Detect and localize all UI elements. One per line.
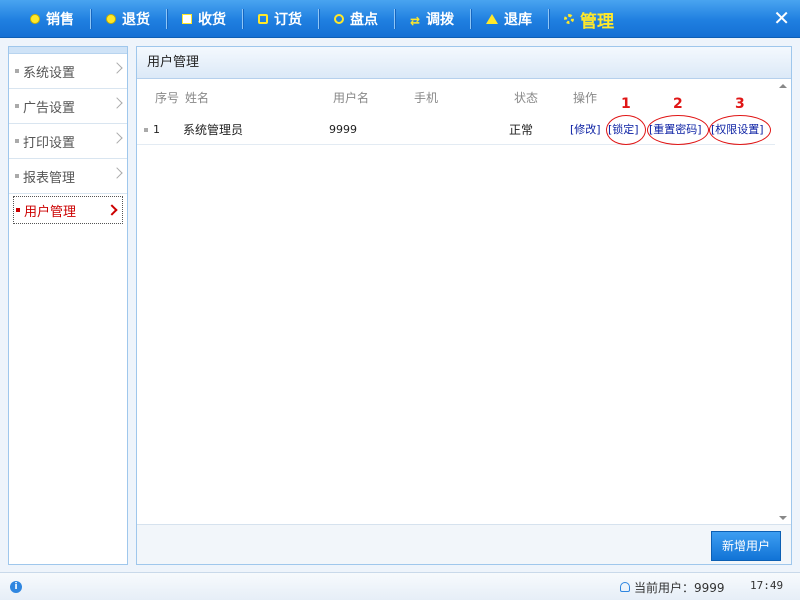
settings-sidebar: 系统设置 广告设置 打印设置 报表管理 用户管理 [8, 46, 128, 565]
bullet-icon [15, 139, 19, 143]
sidebar-item-report-management[interactable]: 报表管理 [9, 159, 127, 194]
edit-link[interactable]: [修改] [570, 115, 601, 145]
nav-receiving[interactable]: 收货 [166, 0, 242, 38]
row-status: 正常 [509, 123, 534, 137]
minus-circle-icon [106, 14, 116, 24]
panel-title: 用户管理 [137, 47, 791, 79]
scroll-down-arrow-icon[interactable] [779, 516, 787, 520]
top-navigation-bar: 销售 退货 收货 订货 盘点 ⇄ 调拨 退库 管理 ✕ [0, 0, 800, 38]
annotation-number-2: 2 [673, 96, 683, 112]
key-icon [334, 14, 344, 24]
sidebar-item-user-management[interactable]: 用户管理 [13, 196, 123, 224]
sidebar-item-label: 打印设置 [23, 135, 76, 151]
column-header-status: 状态 [514, 91, 539, 105]
panel-footer: 新增用户 [137, 524, 791, 564]
nav-transfer[interactable]: ⇄ 调拨 [394, 0, 470, 38]
chevron-right-icon [106, 204, 118, 216]
add-user-button[interactable]: 新增用户 [711, 531, 781, 561]
annotation-circle-permission-settings [709, 115, 771, 145]
house-icon [486, 14, 498, 24]
column-header-username: 用户名 [333, 91, 370, 105]
bullet-icon [16, 208, 20, 212]
nav-management[interactable]: 管理 [548, 0, 630, 38]
annotation-circle-reset-password [647, 115, 709, 145]
nav-return-to-warehouse[interactable]: 退库 [470, 0, 548, 38]
sidebar-item-label: 报表管理 [23, 170, 76, 186]
chevron-right-icon [111, 132, 123, 144]
message-icon [258, 14, 268, 24]
clock-time: 17:49 [750, 579, 784, 592]
sidebar-item-label: 广告设置 [23, 100, 76, 116]
sidebar-header-strip [9, 47, 127, 54]
nav-return-to-warehouse-label: 退库 [504, 12, 532, 28]
user-icon [620, 582, 630, 592]
nav-ordering[interactable]: 订货 [242, 0, 318, 38]
row-index: 1 [153, 123, 160, 136]
status-bar: i 当前用户：9999 17:49 [0, 572, 800, 600]
sidebar-item-label: 用户管理 [24, 204, 77, 220]
bullet-icon [15, 104, 19, 108]
scroll-up-arrow-icon[interactable] [779, 84, 787, 88]
column-header-actions: 操作 [573, 91, 598, 105]
sidebar-item-system-settings[interactable]: 系统设置 [9, 54, 127, 89]
bullet-icon [15, 174, 19, 178]
nav-stocktake[interactable]: 盘点 [318, 0, 394, 38]
column-header-name: 姓名 [185, 91, 210, 105]
nav-management-label: 管理 [580, 11, 614, 32]
nav-returns[interactable]: 退货 [90, 0, 166, 38]
row-bullet-icon [144, 128, 148, 132]
sidebar-item-label: 系统设置 [23, 65, 76, 81]
chevron-right-icon [111, 97, 123, 109]
close-icon[interactable]: ✕ [773, 8, 790, 28]
nav-transfer-label: 调拨 [426, 12, 454, 28]
nav-stocktake-label: 盘点 [350, 12, 378, 28]
sidebar-item-print-settings[interactable]: 打印设置 [9, 124, 127, 159]
nav-sales[interactable]: 销售 [14, 0, 90, 38]
nav-sales-label: 销售 [46, 12, 74, 28]
current-user-text: 当前用户：9999 [634, 581, 725, 595]
nav-ordering-label: 订货 [274, 12, 302, 28]
chevron-right-icon [111, 62, 123, 74]
annotation-circle-lock [606, 115, 646, 145]
column-header-index: 序号 [155, 91, 180, 105]
info-icon[interactable]: i [10, 581, 22, 593]
sidebar-item-ad-settings[interactable]: 广告设置 [9, 89, 127, 124]
nav-receiving-label: 收货 [198, 12, 226, 28]
transfer-arrows-icon: ⇄ [410, 14, 421, 28]
document-icon [182, 14, 192, 24]
top-nav: 销售 退货 收货 订货 盘点 ⇄ 调拨 退库 管理 [14, 0, 630, 38]
annotation-number-3: 3 [735, 96, 745, 112]
column-header-phone: 手机 [414, 91, 439, 105]
row-username: 9999 [329, 123, 357, 136]
vertical-scrollbar[interactable] [775, 80, 791, 524]
annotation-number-1: 1 [621, 96, 631, 112]
chevron-right-icon [111, 167, 123, 179]
row-name: 系统管理员 [183, 123, 244, 137]
gear-icon [564, 14, 574, 24]
bullet-icon [15, 69, 19, 73]
plus-circle-icon [30, 14, 40, 24]
nav-returns-label: 退货 [122, 12, 150, 28]
